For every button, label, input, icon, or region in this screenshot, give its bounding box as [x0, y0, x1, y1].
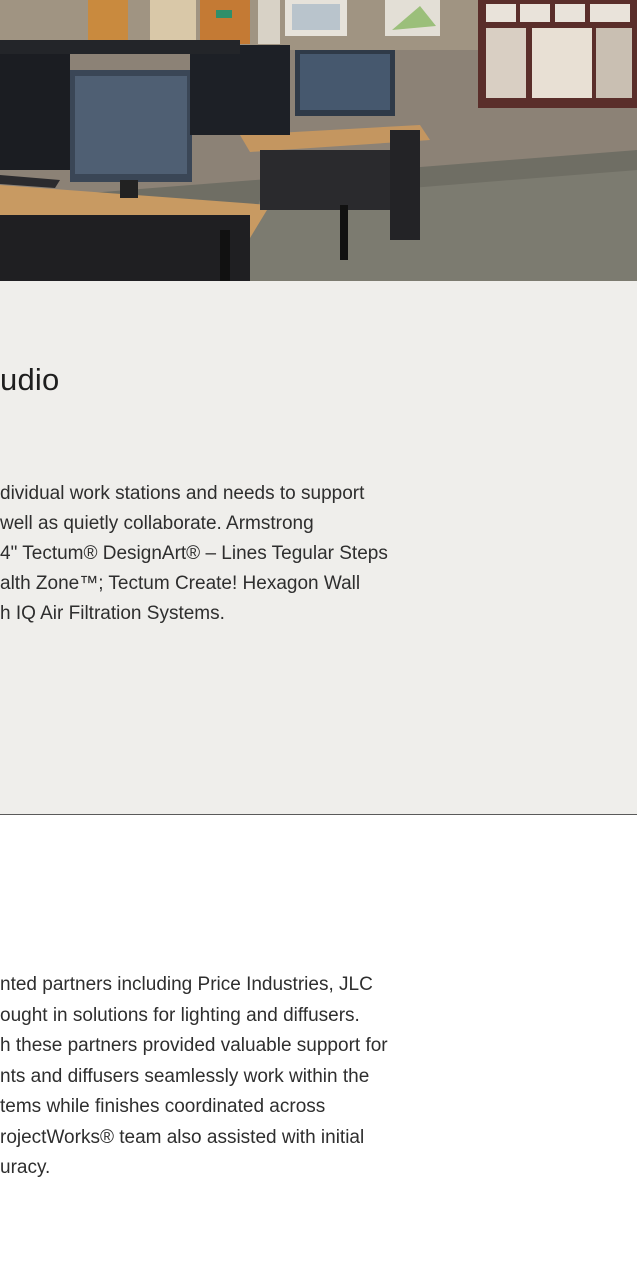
studio-title: udio: [0, 362, 60, 397]
partners-description: nted partners including Price Industries…: [0, 970, 637, 1184]
partners-description-line: uracy.: [0, 1157, 51, 1178]
partners-description-line: nts and diffusers seamlessly work within…: [0, 1065, 370, 1087]
partners-description-line: tems while finishes coordinated across: [0, 1096, 326, 1117]
studio-description-line: well as quietly collaborate. Armstrong: [0, 513, 314, 534]
page: udio dividual work stations and needs to…: [0, 0, 637, 1267]
partners-description-line: ought in solutions for lighting and diff…: [0, 1004, 360, 1026]
studio-description: dividual work stations and needs to supp…: [0, 479, 600, 629]
partners-description-line: rojectWorks® team also assisted with ini…: [0, 1126, 365, 1148]
hero-image: [0, 0, 637, 281]
studio-description-line: 4" Tectum® DesignArt® – Lines Tegular St…: [0, 543, 388, 564]
partners-description-line: nted partners including Price Industries…: [0, 974, 373, 995]
partners-description-line: h these partners provided valuable suppo…: [0, 1035, 388, 1056]
studio-description-line: h IQ Air Filtration Systems.: [0, 603, 225, 624]
studio-description-line: dividual work stations and needs to supp…: [0, 483, 365, 504]
studio-description-line: alth Zone™; Tectum Create! Hexagon Wall: [0, 573, 361, 594]
